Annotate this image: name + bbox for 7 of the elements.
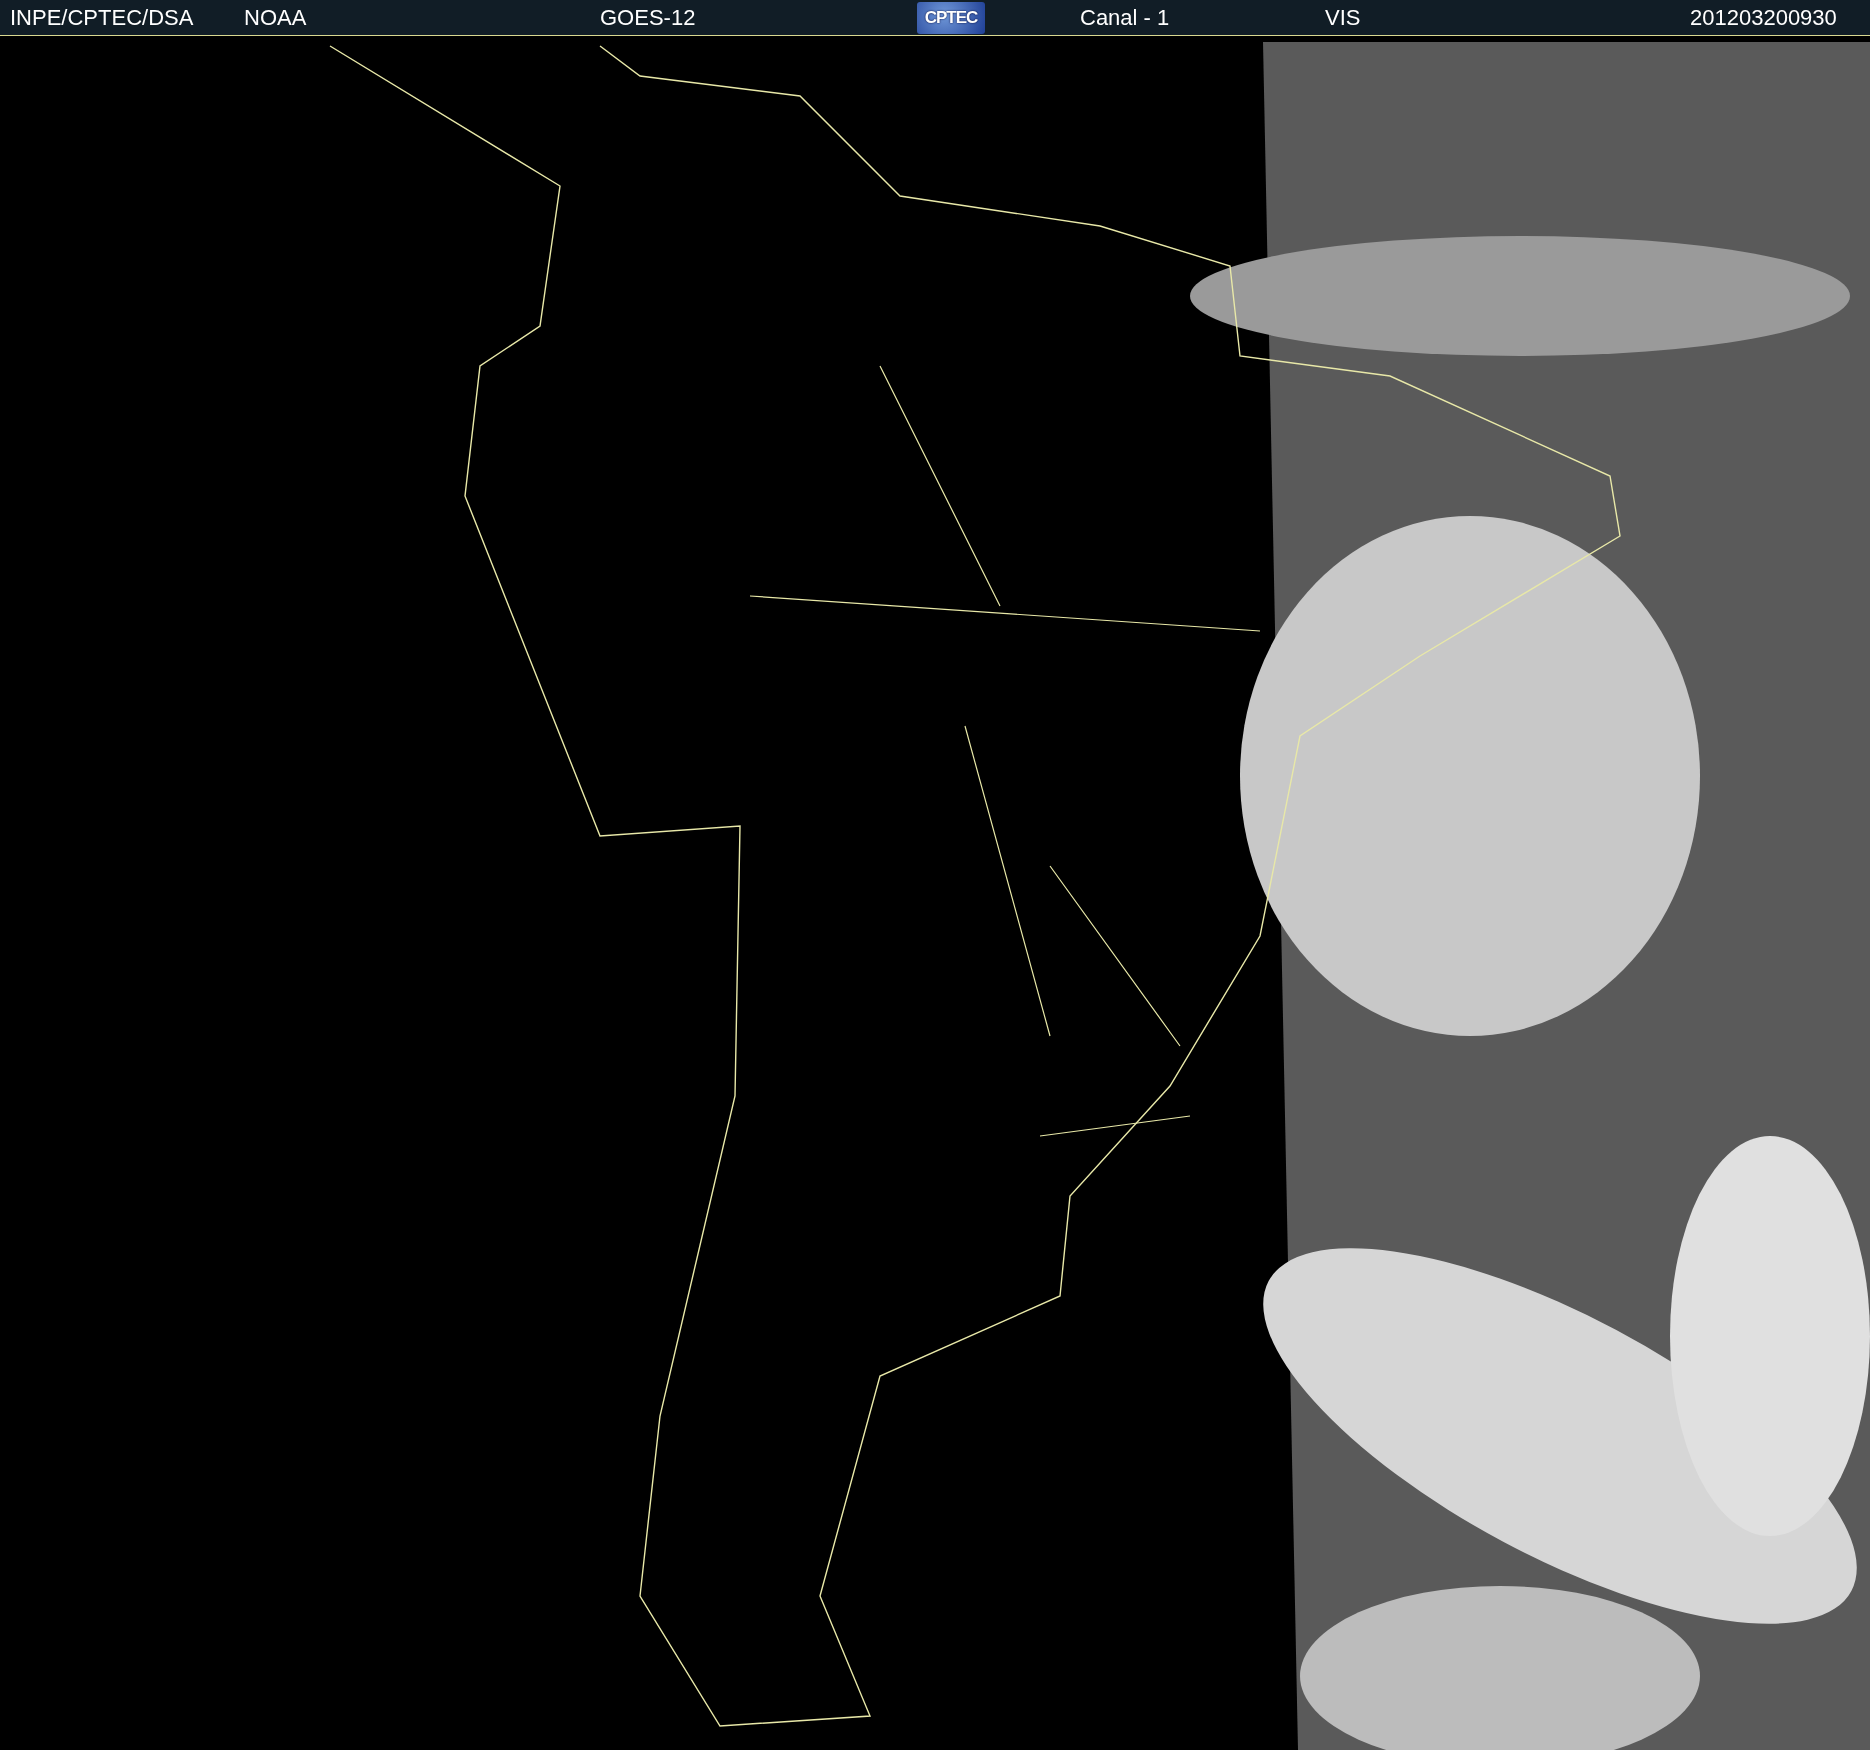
satellite-label: GOES-12 — [600, 4, 697, 31]
cptec-logo: CPTEC — [917, 1, 985, 34]
channel-label: Canal - 1 — [1080, 4, 1171, 31]
source-label: INPE/CPTEC/DSA — [10, 4, 195, 31]
agency-label: NOAA — [244, 4, 308, 31]
band-label: VIS — [1325, 4, 1362, 31]
timestamp-label: 201203200930 — [1690, 4, 1838, 31]
